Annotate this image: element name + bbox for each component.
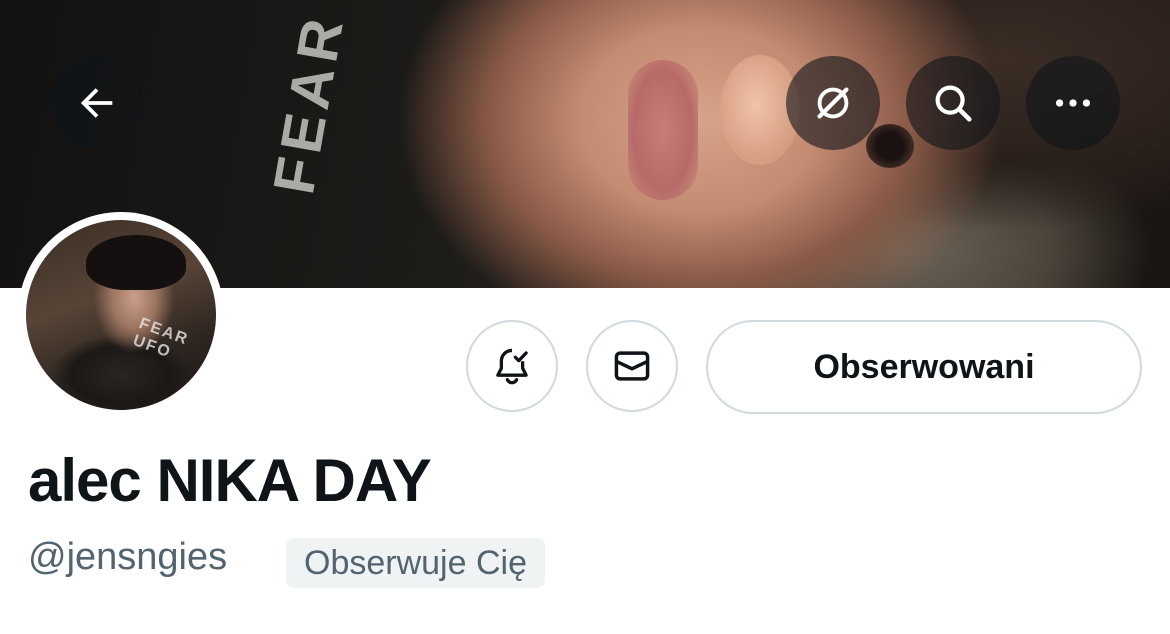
user-handle: @jensngies (28, 536, 228, 578)
avatar-image: FEAR UFO (26, 220, 216, 410)
message-button[interactable] (586, 320, 678, 412)
more-horizontal-icon (1055, 99, 1091, 107)
display-name: alec NIKA DAY (28, 447, 432, 514)
more-options-button[interactable] (1026, 56, 1120, 150)
arrow-left-icon (80, 88, 113, 118)
envelope-icon (614, 351, 650, 381)
avatar[interactable]: FEAR UFO (18, 212, 224, 418)
grok-slash-icon (817, 87, 849, 119)
banner-photo-detail (866, 124, 914, 168)
bell-check-icon (496, 348, 528, 385)
grok-button[interactable] (786, 56, 880, 150)
search-icon (935, 85, 972, 122)
follows-you-badge: Obserwuje Cię (286, 538, 545, 588)
search-button[interactable] (906, 56, 1000, 150)
avatar-shirt-print: FEAR UFO (130, 315, 192, 362)
back-button[interactable] (50, 56, 144, 150)
avatar-photo-detail (86, 235, 186, 290)
banner-photo-detail (628, 60, 698, 200)
following-button[interactable]: Obserwowani (706, 320, 1142, 414)
notifications-button[interactable] (466, 320, 558, 412)
banner-shirt-print: FEAR (261, 8, 357, 199)
